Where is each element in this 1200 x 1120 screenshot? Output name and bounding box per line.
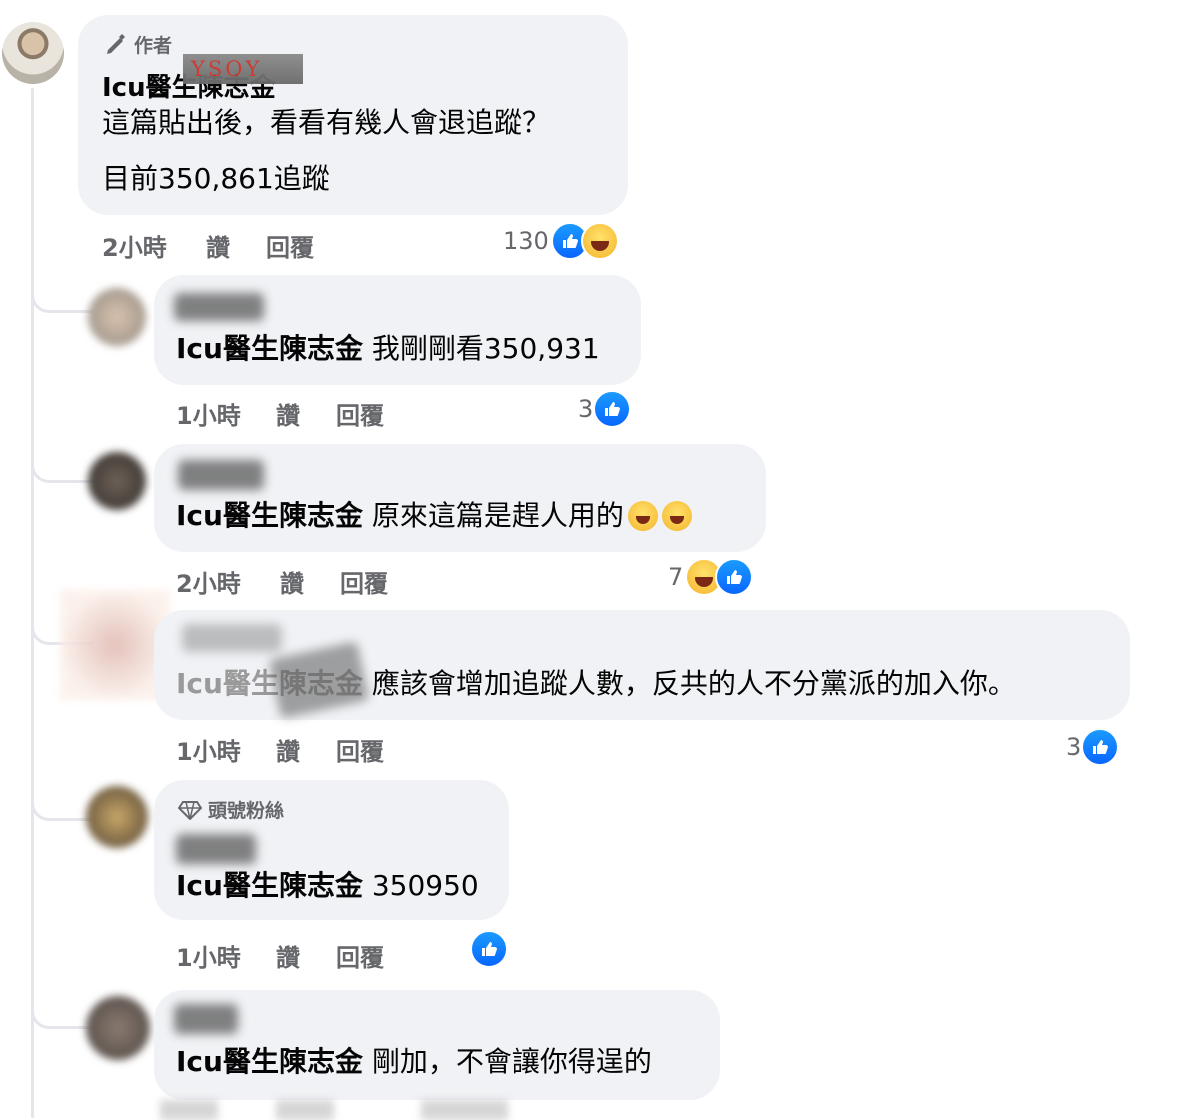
reply-bubble: 頭號粉絲 Icu醫生陳志金 350950 — [154, 780, 509, 920]
cut-off-meta-row — [160, 1100, 740, 1120]
comment-text-line-1: 這篇貼出後，看看有幾人會退追蹤？ — [102, 106, 551, 139]
scribble-overlay — [268, 641, 370, 719]
reply-branch — [31, 996, 94, 1029]
reply-link[interactable]: 回覆 — [340, 564, 388, 599]
reply-bubble: Icu醫生陳志金 我剛剛看350,931 — [154, 275, 641, 385]
laughing-emoji-icon — [627, 501, 658, 531]
reaction-count: 3 — [578, 395, 594, 423]
reply-body: 原來這篇是趕人用的 — [371, 499, 624, 532]
comment-text-line-2: 目前350,861追蹤 — [102, 162, 330, 195]
reply-avatar[interactable] — [88, 288, 146, 346]
blurred-username — [176, 834, 256, 864]
mention-link[interactable]: Icu醫生陳志金 — [176, 499, 363, 532]
reply-meta: 1小時 讚 回覆 — [176, 938, 384, 973]
reply-meta: 1小時 讚 回覆 — [176, 396, 384, 431]
reply-timestamp[interactable]: 1小時 — [176, 938, 276, 973]
haha-icon — [580, 222, 619, 260]
blurred-username — [182, 624, 282, 652]
reply-text: Icu醫生陳志金 350950 — [176, 868, 479, 904]
comment-timestamp[interactable]: 2小時 — [102, 228, 206, 263]
blurred-username — [174, 293, 264, 321]
reply-bubble: Icu醫生陳志金 原來這篇是趕人用的 — [154, 444, 766, 552]
reply-timestamp[interactable]: 2小時 — [176, 564, 280, 599]
reply-body: 350950 — [371, 869, 479, 902]
reaction-count: 7 — [668, 563, 684, 591]
author-badge: 作者 — [104, 31, 172, 58]
reply-avatar[interactable] — [88, 452, 146, 510]
mention-link[interactable]: Icu醫生陳志金 — [176, 869, 363, 902]
reply-link[interactable]: 回覆 — [336, 732, 384, 767]
reply-text: Icu醫生陳志金 原來這篇是趕人用的 — [176, 498, 692, 534]
reaction-summary[interactable]: 3 — [578, 390, 632, 428]
like-link[interactable]: 讚 — [280, 564, 340, 599]
reply-body: 應該會增加追蹤人數，反共的人不分黨派的加入你。 — [371, 667, 1016, 700]
laughing-emoji-icon — [661, 501, 692, 531]
reply-body: 剛加，不會讓你得逞的 — [371, 1045, 652, 1078]
reply-avatar[interactable] — [86, 786, 148, 848]
watermark-overlay: YSOY — [183, 54, 303, 84]
thread-line — [31, 88, 34, 1118]
reply-timestamp[interactable]: 1小時 — [176, 396, 276, 431]
reply-bubble: Icu醫生陳志金 應該會增加追蹤人數，反共的人不分黨派的加入你。 — [154, 610, 1130, 720]
reaction-summary[interactable]: 3 — [1066, 728, 1120, 766]
mention-link[interactable]: Icu醫生陳志金 — [176, 1045, 363, 1078]
like-icon — [593, 390, 632, 428]
mention-link[interactable]: Icu醫生陳志金 — [176, 332, 363, 365]
like-icon — [715, 558, 754, 596]
reply-body: 我剛剛看350,931 — [371, 332, 600, 365]
top-fan-badge: 頭號粉絲 — [178, 796, 284, 823]
reaction-summary[interactable] — [470, 930, 508, 968]
reply-meta: 2小時 讚 回覆 — [176, 564, 388, 599]
reply-avatar[interactable] — [86, 996, 150, 1060]
like-link[interactable]: 讚 — [276, 396, 336, 431]
like-link[interactable]: 讚 — [276, 938, 336, 973]
like-link[interactable]: 讚 — [206, 228, 266, 263]
diamond-icon — [178, 800, 202, 820]
reply-link[interactable]: 回覆 — [336, 396, 384, 431]
reply-branch — [31, 280, 94, 313]
reply-bubble: Icu醫生陳志金 剛加，不會讓你得逞的 — [154, 990, 720, 1100]
blurred-username — [174, 1004, 238, 1034]
reply-link[interactable]: 回覆 — [266, 228, 314, 263]
reaction-count: 130 — [503, 227, 549, 255]
author-avatar[interactable] — [2, 22, 64, 84]
author-badge-label: 作者 — [134, 35, 173, 57]
reaction-summary[interactable]: 7 — [668, 558, 754, 596]
reply-meta: 1小時 讚 回覆 — [176, 732, 384, 767]
reply-branch — [31, 450, 94, 483]
blurred-username — [178, 460, 264, 490]
like-link[interactable]: 讚 — [276, 732, 336, 767]
top-fan-label: 頭號粉絲 — [208, 800, 285, 822]
reply-text: Icu醫生陳志金 剛加，不會讓你得逞的 — [176, 1044, 652, 1080]
reaction-summary[interactable]: 130 — [503, 222, 619, 260]
pencil-icon — [107, 33, 125, 54]
reply-link[interactable]: 回覆 — [336, 938, 384, 973]
reply-text: Icu醫生陳志金 我剛剛看350,931 — [176, 331, 600, 367]
like-icon — [1081, 728, 1120, 766]
reply-branch — [31, 788, 94, 821]
reply-timestamp[interactable]: 1小時 — [176, 732, 276, 767]
reaction-count: 3 — [1066, 733, 1082, 761]
like-icon — [470, 930, 508, 968]
main-comment-bubble: 作者 Icu醫生陳志金 這篇貼出後，看看有幾人會退追蹤？ 目前350,861追蹤 — [78, 15, 628, 215]
main-comment-meta: 2小時 讚 回覆 — [102, 228, 314, 263]
